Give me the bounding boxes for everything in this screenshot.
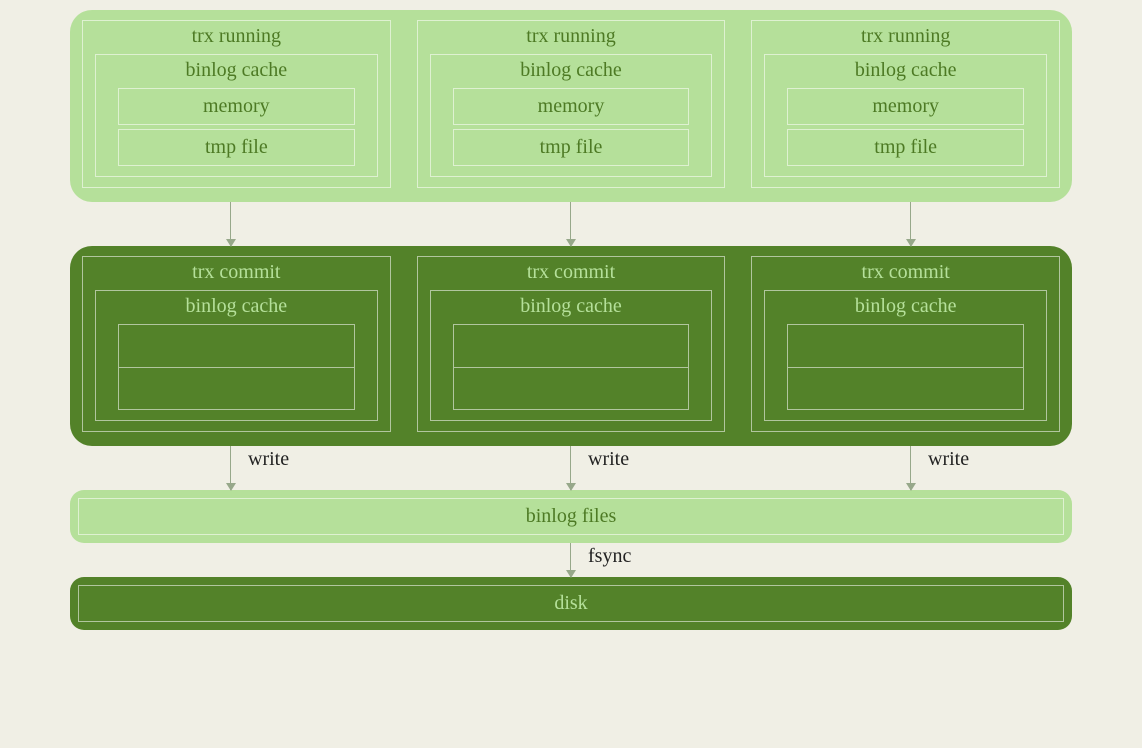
trx-commit-title: trx commit: [430, 257, 713, 286]
trx-running-title: trx running: [764, 21, 1047, 50]
fsync-label: fsync: [588, 545, 631, 568]
binlog-cache-label: binlog cache: [453, 291, 690, 320]
arrow-icon: [230, 202, 231, 246]
binlog-cache-box: binlog cache: [764, 290, 1047, 421]
binlog-files-band: binlog files: [70, 490, 1072, 543]
trx-running-title: trx running: [430, 21, 713, 50]
binlog-cache-box: binlog cache memory tmp file: [430, 54, 713, 177]
write-label: write: [588, 448, 629, 471]
tmpfile-cell: tmp file: [118, 129, 355, 166]
trx-running-band: trx running binlog cache memory tmp file…: [70, 10, 1072, 202]
trx-commit-band: trx commit binlog cache trx commit binlo…: [70, 246, 1072, 446]
trx-commit-col: trx commit binlog cache: [417, 256, 726, 432]
empty-cache-cells: [787, 324, 1024, 410]
trx-commit-col: trx commit binlog cache: [751, 256, 1060, 432]
trx-running-col: trx running binlog cache memory tmp file: [82, 20, 391, 188]
binlog-cache-box: binlog cache memory tmp file: [95, 54, 378, 177]
memory-cell: memory: [787, 88, 1024, 125]
empty-cache-cells: [453, 324, 690, 410]
write-label: write: [928, 448, 969, 471]
memory-cell: memory: [453, 88, 690, 125]
tmpfile-cell: tmp file: [787, 129, 1024, 166]
write-label: write: [248, 448, 289, 471]
binlog-files-label: binlog files: [78, 498, 1064, 535]
arrow-icon: [570, 202, 571, 246]
arrow-icon: [230, 446, 231, 490]
trx-running-col: trx running binlog cache memory tmp file: [751, 20, 1060, 188]
empty-cache-cells: [118, 324, 355, 410]
arrow-icon: [570, 446, 571, 490]
memory-cell: memory: [118, 88, 355, 125]
binlog-cache-label: binlog cache: [453, 55, 690, 84]
binlog-cache-box: binlog cache: [95, 290, 378, 421]
trx-commit-title: trx commit: [764, 257, 1047, 286]
arrow-files-to-disk: fsync: [70, 543, 1072, 577]
disk-label: disk: [78, 585, 1064, 622]
trx-running-col: trx running binlog cache memory tmp file: [417, 20, 726, 188]
arrow-icon: [570, 543, 571, 577]
arrow-icon: [910, 202, 911, 246]
binlog-cache-box: binlog cache: [430, 290, 713, 421]
tmpfile-cell: tmp file: [453, 129, 690, 166]
disk-band: disk: [70, 577, 1072, 630]
binlog-cache-box: binlog cache memory tmp file: [764, 54, 1047, 177]
trx-commit-title: trx commit: [95, 257, 378, 286]
arrow-icon: [910, 446, 911, 490]
binlog-cache-label: binlog cache: [118, 291, 355, 320]
trx-running-title: trx running: [95, 21, 378, 50]
binlog-cache-label: binlog cache: [787, 55, 1024, 84]
binlog-cache-label: binlog cache: [787, 291, 1024, 320]
arrows-top-to-commit: [70, 202, 1072, 246]
binlog-cache-label: binlog cache: [118, 55, 355, 84]
arrows-commit-to-files: write write write: [70, 446, 1072, 490]
trx-commit-col: trx commit binlog cache: [82, 256, 391, 432]
